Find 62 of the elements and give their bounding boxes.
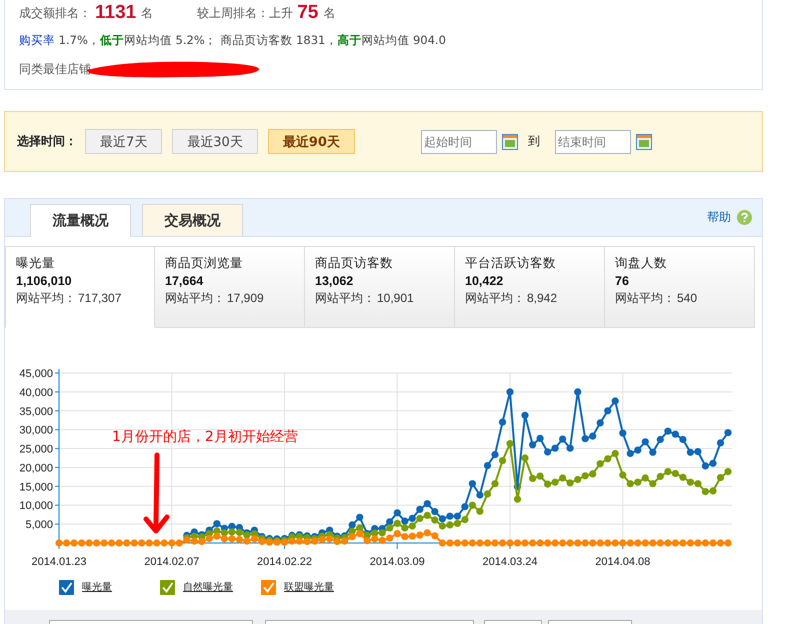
axis-tick-label: 10,000 bbox=[19, 500, 53, 512]
average-value: 8,942 bbox=[527, 291, 558, 305]
date-field[interactable]: 起始时间 bbox=[420, 130, 497, 154]
label: 较上周排名：上升 bbox=[197, 4, 294, 22]
axis-tick-label: 2014.03.24 bbox=[482, 556, 538, 568]
metric-name: 平台活跃访客数 bbox=[465, 255, 557, 272]
axis-tick-label: 2014.02.22 bbox=[256, 556, 312, 568]
chart-annotation: 1月份开的店，2月初开始经营 bbox=[112, 429, 298, 445]
average-label: 网站平均： bbox=[16, 291, 76, 305]
unit-label: 名 bbox=[323, 4, 336, 22]
label: 成交额排名： bbox=[19, 4, 91, 22]
axis-tick-label: 35,000 bbox=[19, 406, 53, 418]
date-field[interactable]: 结束时间 bbox=[554, 130, 631, 154]
axis-tick-label: 2014.04.08 bbox=[595, 556, 650, 568]
metric-value: 1,106,010 bbox=[16, 274, 73, 288]
metric-link[interactable]: 购买率 bbox=[19, 32, 55, 46]
axis-tick-label: 40,000 bbox=[19, 386, 53, 399]
metric-value: 17,664 bbox=[165, 274, 204, 288]
metric-name: 询盘人数 bbox=[615, 255, 668, 272]
metric-card[interactable]: 曝光量 1,106,010 网站平均： 717,307 bbox=[5, 246, 155, 328]
metric-card[interactable]: 商品页浏览量 17,664 网站平均： 17,909 bbox=[155, 246, 305, 328]
help-link[interactable]: 帮助 bbox=[707, 209, 731, 226]
axis-tick-label: 30,000 bbox=[19, 424, 53, 437]
stats-sentence: 购买率 1.7%，低于网站均值 5.2%； 商品页访客数 1831，高于网站均值 904.0 bbox=[19, 32, 446, 48]
label: 选择时间： bbox=[17, 133, 77, 150]
metric-value: 76 bbox=[615, 274, 630, 288]
axis-tick-label: 25,000 bbox=[19, 444, 53, 456]
average-value: 17,909 bbox=[227, 291, 264, 305]
average-value: 540 bbox=[677, 291, 698, 305]
range-button[interactable]: 最近30天 bbox=[172, 129, 258, 154]
metric-card[interactable]: 询盘人数 76 网站平均： 540 bbox=[605, 246, 755, 328]
average-value: 717,307 bbox=[78, 291, 122, 305]
metric-name: 商品页访客数 bbox=[315, 255, 394, 272]
label: 到 bbox=[528, 133, 540, 150]
axis-tick-label: 15,000 bbox=[19, 481, 53, 494]
rank-change-value: 75 bbox=[297, 2, 318, 24]
axis-tick-label: 2014.01.23 bbox=[31, 556, 87, 568]
axis-tick-label: 2014.02.07 bbox=[144, 556, 200, 568]
rank-value: 1131 bbox=[95, 2, 136, 24]
metric-value: 10,422 bbox=[465, 274, 504, 288]
legend-link[interactable]: 自然曝光量 bbox=[183, 580, 233, 594]
axis-tick-label: 2014.03.09 bbox=[370, 556, 425, 568]
range-button[interactable]: 最近90天 bbox=[268, 129, 355, 154]
axis-tick-label: 45,000 bbox=[19, 368, 53, 380]
metric-name: 曝光量 bbox=[16, 255, 56, 272]
metric-value: 13,062 bbox=[315, 274, 354, 288]
average-value: 10,901 bbox=[377, 291, 414, 305]
unit-label: 名 bbox=[141, 4, 154, 22]
legend-link[interactable]: 曝光量 bbox=[82, 580, 112, 594]
tab[interactable]: 流量概况 bbox=[30, 204, 131, 237]
average-label: 网站平均： bbox=[615, 291, 675, 305]
metric-name: 商品页浏览量 bbox=[165, 255, 244, 272]
axis-tick-label: 20,000 bbox=[19, 462, 53, 474]
average-label: 网站平均： bbox=[465, 291, 525, 305]
metric-card[interactable]: 平台活跃访客数 10,422 网站平均： 8,942 bbox=[455, 246, 605, 328]
tab[interactable]: 交易概况 bbox=[142, 204, 243, 236]
metric-card[interactable]: 商品页访客数 13,062 网站平均： 10,901 bbox=[305, 246, 455, 328]
average-label: 网站平均： bbox=[315, 291, 375, 305]
average-label: 网站平均： bbox=[165, 291, 225, 305]
axis-tick-label: 5,000 bbox=[25, 519, 53, 532]
range-button[interactable]: 最近7天 bbox=[85, 129, 162, 154]
legend-link[interactable]: 联盟曝光量 bbox=[284, 580, 334, 594]
